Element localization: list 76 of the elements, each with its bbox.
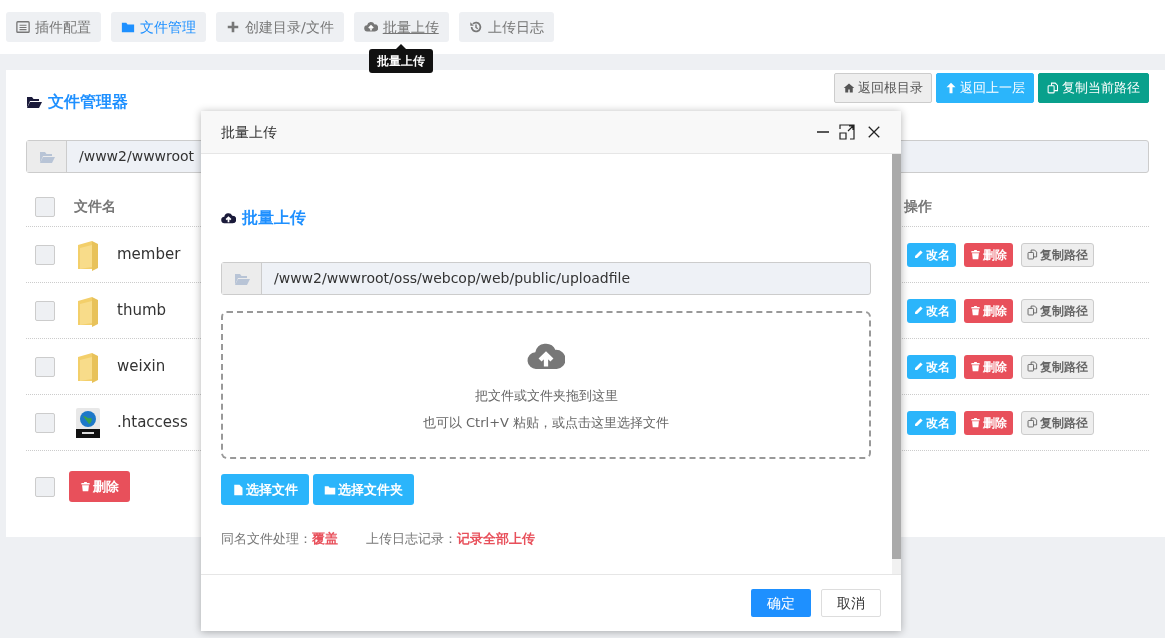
history-icon bbox=[468, 20, 483, 34]
list-icon bbox=[16, 20, 30, 34]
pencil-icon bbox=[913, 305, 924, 316]
drop-text: 把文件或文件夹拖到这里 bbox=[474, 386, 618, 405]
section-title: 批量上传 bbox=[242, 207, 306, 229]
tooltip-arrow bbox=[396, 44, 407, 49]
confirm-button[interactable]: 确定 bbox=[751, 589, 811, 617]
delete-button[interactable]: 删除 bbox=[964, 298, 1013, 323]
folder-open-icon bbox=[26, 94, 42, 110]
checkbox[interactable] bbox=[35, 476, 55, 497]
folder-icon bbox=[75, 294, 101, 327]
pencil-icon bbox=[913, 417, 924, 428]
cancel-button[interactable]: 取消 bbox=[821, 589, 881, 617]
copy-icon bbox=[1027, 249, 1038, 260]
trash-icon bbox=[970, 361, 981, 372]
rename-button[interactable]: 改名 bbox=[907, 354, 956, 379]
tab[interactable]: 上传日志 bbox=[458, 12, 554, 42]
copy-path-button[interactable]: 复制路径 bbox=[1021, 410, 1094, 435]
trash-icon bbox=[970, 305, 981, 316]
copy-icon bbox=[1027, 305, 1038, 316]
column-header: 操作 bbox=[904, 197, 932, 216]
tooltip: 批量上传 bbox=[369, 49, 434, 73]
setting-label: 上传日志记录： bbox=[366, 530, 457, 548]
setting-value[interactable]: 覆盖 bbox=[312, 529, 338, 549]
copy-icon bbox=[1027, 417, 1038, 428]
folder-icon bbox=[75, 350, 101, 383]
home-icon bbox=[843, 82, 855, 94]
checkbox[interactable] bbox=[35, 300, 55, 321]
nav-button[interactable]: 返回根目录 bbox=[834, 73, 932, 103]
dialog-title: 批量上传 bbox=[221, 122, 277, 142]
copy-path-button[interactable]: 复制路径 bbox=[1021, 354, 1094, 379]
delete-button[interactable]: 删除 bbox=[69, 471, 130, 502]
pencil-icon bbox=[913, 361, 924, 372]
drop-zone[interactable]: 把文件或文件夹拖到这里 也可以 Ctrl+V 粘贴，或点击这里选择文件 bbox=[221, 311, 871, 459]
up-arrow-icon bbox=[945, 82, 957, 94]
trash-icon bbox=[970, 417, 981, 428]
rename-button[interactable]: 改名 bbox=[907, 410, 956, 435]
checkbox[interactable] bbox=[35, 244, 55, 265]
trash-icon bbox=[970, 249, 981, 260]
drop-hint: 也可以 Ctrl+V 粘贴，或点击这里选择文件 bbox=[422, 414, 670, 432]
upload-cloud-icon bbox=[221, 210, 236, 226]
url-file-icon bbox=[75, 406, 101, 439]
rename-button[interactable]: 改名 bbox=[907, 242, 956, 267]
choose-file-button[interactable]: 选择文件 bbox=[221, 474, 309, 505]
nav-button[interactable]: 复制当前路径 bbox=[1038, 73, 1149, 103]
choose-folder-button[interactable]: 选择文件夹 bbox=[313, 474, 414, 505]
maximize-icon[interactable] bbox=[839, 124, 855, 140]
trash-icon bbox=[80, 481, 91, 492]
path-field: /www2/wwwroot/oss/webcop/web/public/uploadfile bbox=[221, 262, 871, 295]
plus-icon bbox=[226, 20, 240, 34]
scrollbar[interactable] bbox=[892, 154, 901, 574]
close-icon[interactable] bbox=[867, 125, 881, 139]
rename-button[interactable]: 改名 bbox=[907, 298, 956, 323]
pencil-icon bbox=[913, 249, 924, 260]
copy-path-button[interactable]: 复制路径 bbox=[1021, 298, 1094, 323]
copy-path-button[interactable]: 复制路径 bbox=[1021, 242, 1094, 267]
folder-icon bbox=[121, 20, 135, 34]
tab[interactable]: 文件管理 bbox=[111, 12, 206, 42]
folder-icon bbox=[75, 238, 101, 271]
checkbox[interactable] bbox=[35, 196, 55, 217]
panel-title-text: 文件管理器 bbox=[48, 91, 128, 113]
copy-icon bbox=[1027, 361, 1038, 372]
checkbox[interactable] bbox=[35, 356, 55, 377]
nav-button[interactable]: 返回上一层 bbox=[936, 73, 1034, 103]
setting-label: 同名文件处理： bbox=[221, 530, 312, 548]
delete-button[interactable]: 删除 bbox=[964, 354, 1013, 379]
tab[interactable]: 创建目录/文件 bbox=[216, 12, 344, 42]
setting-value[interactable]: 记录全部上传 bbox=[457, 529, 535, 549]
delete-button[interactable]: 删除 bbox=[964, 242, 1013, 267]
delete-button[interactable]: 删除 bbox=[964, 410, 1013, 435]
copy-icon bbox=[1047, 82, 1059, 94]
upload-cloud-icon bbox=[363, 20, 378, 34]
file-icon bbox=[232, 483, 244, 496]
folder-icon bbox=[324, 483, 336, 496]
tab[interactable]: 插件配置 bbox=[6, 12, 101, 42]
checkbox[interactable] bbox=[35, 412, 55, 433]
